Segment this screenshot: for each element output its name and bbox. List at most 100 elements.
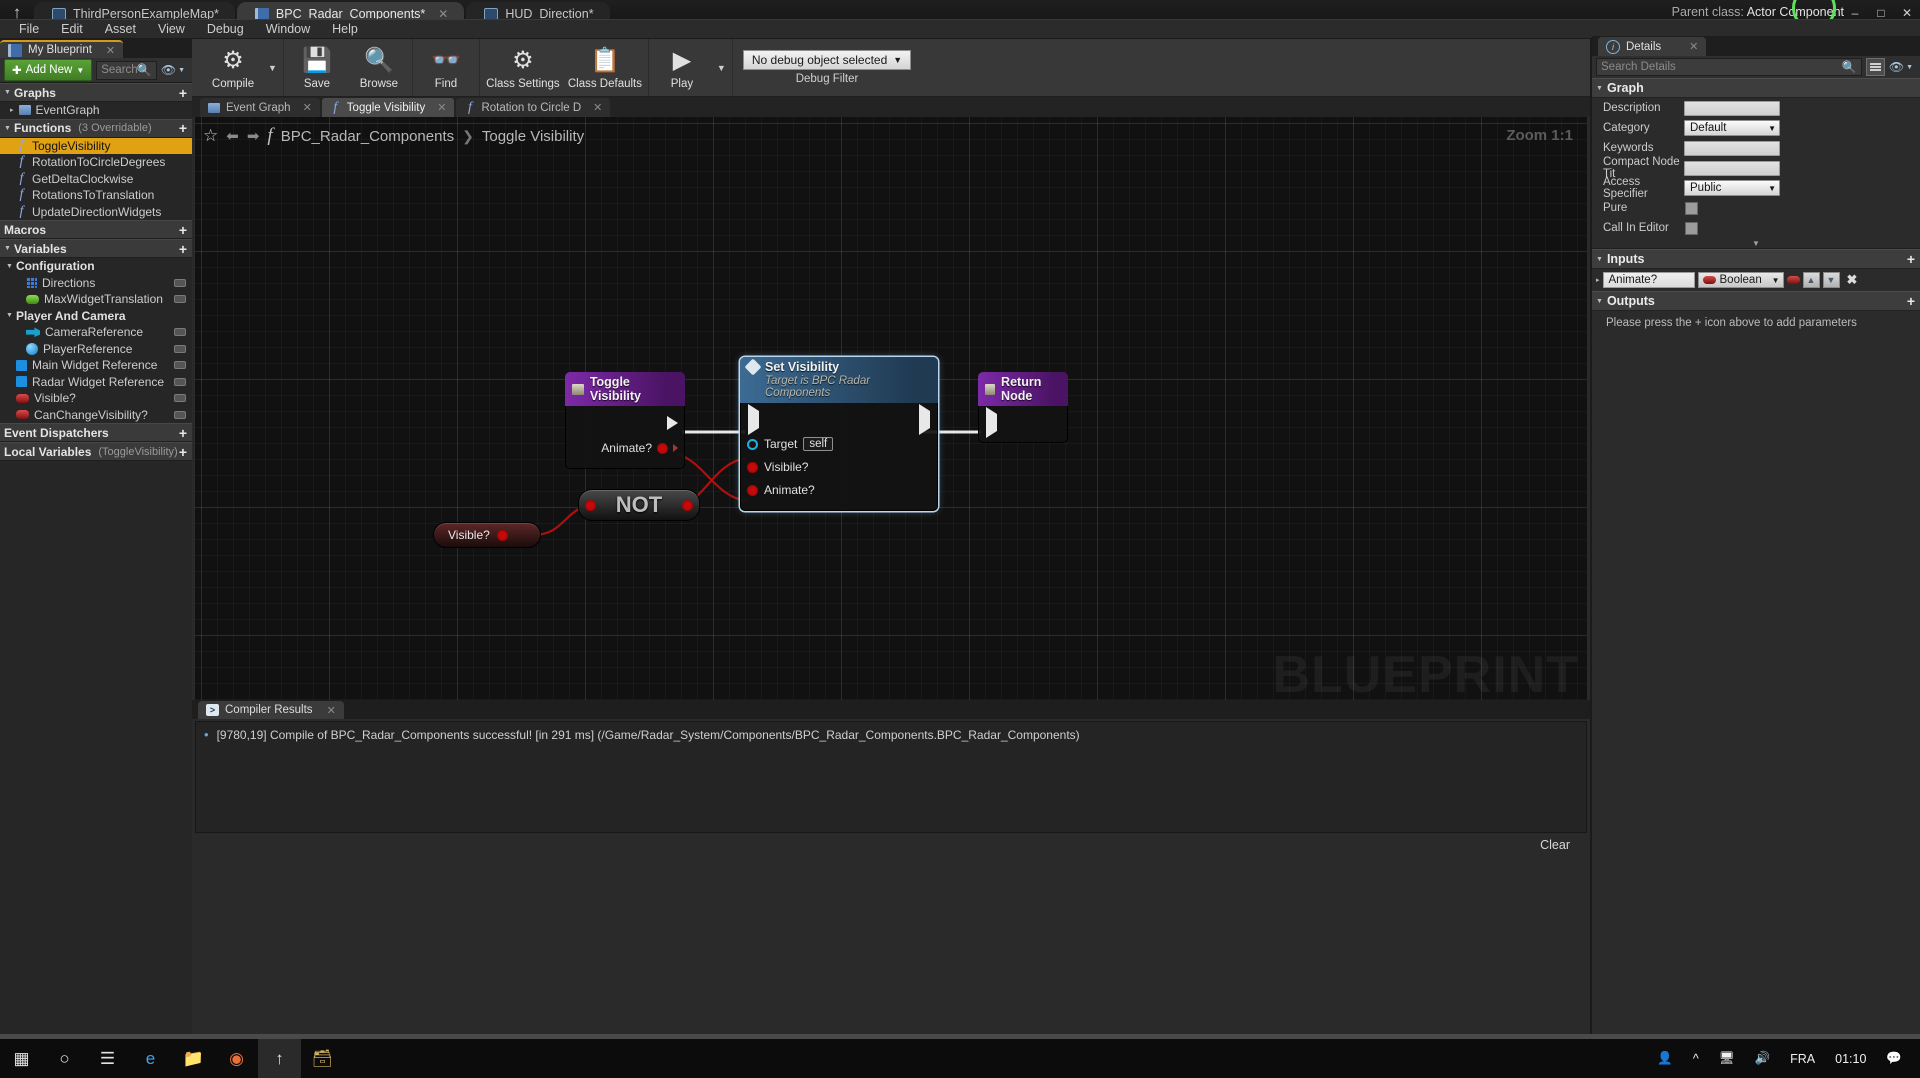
node-set-visibility[interactable]: Set Visibility Target is BPC Radar Compo… <box>740 357 938 511</box>
tree-item-eventgraph[interactable]: ▸ EventGraph <box>0 102 192 119</box>
section-macros[interactable]: Macros + <box>0 220 192 239</box>
input-container-type-icon[interactable] <box>1786 276 1800 284</box>
compiler-log-line[interactable]: • [9780,19] Compile of BPC_Radar_Compone… <box>204 728 1578 743</box>
expander-icon[interactable]: ▼ <box>6 263 13 270</box>
details-section-inputs[interactable]: ▼ Inputs + <box>1592 249 1920 269</box>
node-not[interactable]: NOT <box>578 489 700 521</box>
show-hidden-icons-icon[interactable]: ^ <box>1683 1052 1709 1066</box>
class-defaults-button[interactable]: 📋 Class Defaults <box>564 39 646 96</box>
remove-input-button[interactable]: ✖ <box>1843 272 1858 288</box>
close-icon[interactable]: ✕ <box>327 704 336 717</box>
tree-item-radarwidgetreference[interactable]: Radar Widget Reference <box>0 374 192 391</box>
blueprint-search-input[interactable]: Search 🔍 <box>96 60 157 80</box>
tab-my-blueprint[interactable]: My Blueprint ✕ <box>0 40 124 58</box>
favorite-star-icon[interactable]: ☆ <box>203 126 218 146</box>
edit-toggle-icon[interactable] <box>174 361 186 370</box>
node-toggle-visibility-entry[interactable]: Toggle Visibility Animate? <box>565 372 685 469</box>
graph-tab-toggle-visibility[interactable]: f Toggle Visibility ✕ <box>321 98 455 117</box>
pin-exec-in[interactable] <box>986 407 997 438</box>
add-local-variable-button[interactable]: + <box>179 445 187 459</box>
chrome-browser-icon[interactable]: ◉ <box>215 1039 258 1078</box>
compact-node-title-field[interactable] <box>1684 160 1780 176</box>
close-icon[interactable]: ✕ <box>593 101 602 114</box>
compile-options-caret-icon[interactable]: ▼ <box>264 39 281 96</box>
pin-animate-out[interactable]: Animate? <box>601 437 678 459</box>
find-button[interactable]: 👓 Find <box>415 39 477 96</box>
debug-object-select[interactable]: No debug object selected ▼ <box>742 50 912 70</box>
language-indicator[interactable]: FRA <box>1780 1052 1825 1066</box>
edit-toggle-icon[interactable] <box>174 377 186 386</box>
file-explorer-icon[interactable]: 📁 <box>172 1039 215 1078</box>
play-options-caret-icon[interactable]: ▼ <box>713 39 730 96</box>
node-visible-variable[interactable]: Visible? <box>433 522 541 548</box>
node-header[interactable]: Set Visibility Target is BPC Radar Compo… <box>740 357 938 403</box>
section-local-variables[interactable]: Local Variables (ToggleVisibility) + <box>0 442 192 461</box>
close-icon[interactable]: ✕ <box>106 44 115 57</box>
details-filter-button[interactable]: 👁 ▼ <box>1889 60 1916 74</box>
visibility-filter-button[interactable]: 👁 ▼ <box>161 63 188 77</box>
expander-icon[interactable]: ▼ <box>1596 298 1603 305</box>
category-player-and-camera[interactable]: ▼ Player And Camera <box>0 308 192 325</box>
access-specifier-select[interactable]: Public ▼ <box>1684 180 1780 196</box>
cortana-search-icon[interactable]: ○ <box>43 1039 86 1078</box>
pin-target[interactable]: Target self <box>747 433 834 455</box>
tree-item-camerareference[interactable]: CameraReference <box>0 324 192 341</box>
menu-item-edit[interactable]: Edit <box>50 20 94 39</box>
pin-visibile[interactable]: Visibile? <box>747 456 808 478</box>
volume-icon[interactable]: 🔊 <box>1745 1051 1781 1066</box>
bool-pin-out-icon[interactable] <box>681 499 693 511</box>
add-new-button[interactable]: ✚ Add New ▼ <box>4 59 93 81</box>
expander-icon[interactable]: ▼ <box>6 312 13 319</box>
compiler-log-body[interactable]: • [9780,19] Compile of BPC_Radar_Compone… <box>195 721 1587 833</box>
expander-icon[interactable]: ▸ <box>1596 276 1600 284</box>
edit-toggle-icon[interactable] <box>174 410 186 419</box>
description-field[interactable] <box>1684 100 1780 116</box>
section-event-dispatchers[interactable]: Event Dispatchers + <box>0 423 192 442</box>
bool-pin-out-icon[interactable] <box>496 529 508 541</box>
tree-item-directions[interactable]: Directions <box>0 275 192 292</box>
breadcrumb-root[interactable]: BPC_Radar_Components <box>281 128 454 145</box>
add-macro-button[interactable]: + <box>179 223 187 237</box>
pin-exec-out[interactable] <box>667 412 678 434</box>
close-icon[interactable]: ✕ <box>437 101 446 114</box>
clock[interactable]: 01:10 <box>1825 1052 1876 1066</box>
expander-icon[interactable]: ▼ <box>4 125 11 132</box>
node-header[interactable]: Return Node <box>978 372 1068 406</box>
section-variables[interactable]: ▼ Variables + <box>0 239 192 258</box>
menu-item-window[interactable]: Window <box>255 20 321 39</box>
pin-exec-in[interactable] <box>748 404 759 435</box>
tree-item-mainwidgetreference[interactable]: Main Widget Reference <box>0 357 192 374</box>
details-section-outputs[interactable]: ▼ Outputs + <box>1592 291 1920 311</box>
close-icon[interactable]: ✕ <box>303 101 312 114</box>
compile-button[interactable]: ⚙ Compile <box>202 39 264 96</box>
edit-toggle-icon[interactable] <box>174 394 186 403</box>
category-configuration[interactable]: ▼ Configuration <box>0 258 192 275</box>
menu-item-help[interactable]: Help <box>321 20 369 39</box>
back-arrow-icon[interactable]: ⬅ <box>226 127 239 145</box>
tree-item-canchangevisibility[interactable]: CanChangeVisibility? <box>0 407 192 424</box>
menu-item-file[interactable]: File <box>8 20 50 39</box>
class-settings-button[interactable]: ⚙ Class Settings <box>482 39 564 96</box>
bool-pin-in-icon[interactable] <box>585 499 596 511</box>
details-search-input[interactable]: Search Details 🔍 <box>1596 58 1862 76</box>
node-return[interactable]: Return Node <box>978 372 1068 443</box>
expander-icon[interactable]: ▼ <box>1596 256 1603 263</box>
unreal-project-icon[interactable]: 🗃 <box>301 1039 344 1078</box>
network-icon[interactable]: 🖥 <box>1709 1051 1745 1066</box>
edit-toggle-icon[interactable] <box>174 344 186 353</box>
browse-button[interactable]: 🔍 Browse <box>348 39 410 96</box>
details-section-graph[interactable]: ▼ Graph <box>1592 78 1920 98</box>
tree-item-rotationstotranslation[interactable]: f RotationsToTranslation <box>0 187 192 204</box>
expander-icon[interactable]: ▼ <box>4 89 11 96</box>
windows-start-icon[interactable]: ▦ <box>0 1039 43 1078</box>
play-button[interactable]: ▶ Play <box>651 39 713 96</box>
people-icon[interactable]: 👤 <box>1647 1051 1683 1066</box>
call-in-editor-checkbox[interactable] <box>1685 221 1698 235</box>
category-select[interactable]: Default ▼ <box>1684 120 1780 136</box>
add-function-button[interactable]: + <box>179 121 187 135</box>
task-view-icon[interactable]: ☰ <box>86 1039 129 1078</box>
menu-item-debug[interactable]: Debug <box>196 20 255 39</box>
section-graphs[interactable]: ▼ Graphs + <box>0 83 192 102</box>
tree-item-maxwidgettranslation[interactable]: MaxWidgetTranslation <box>0 291 192 308</box>
tree-item-rotationtocircledegrees[interactable]: f RotationToCircleDegrees <box>0 154 192 171</box>
